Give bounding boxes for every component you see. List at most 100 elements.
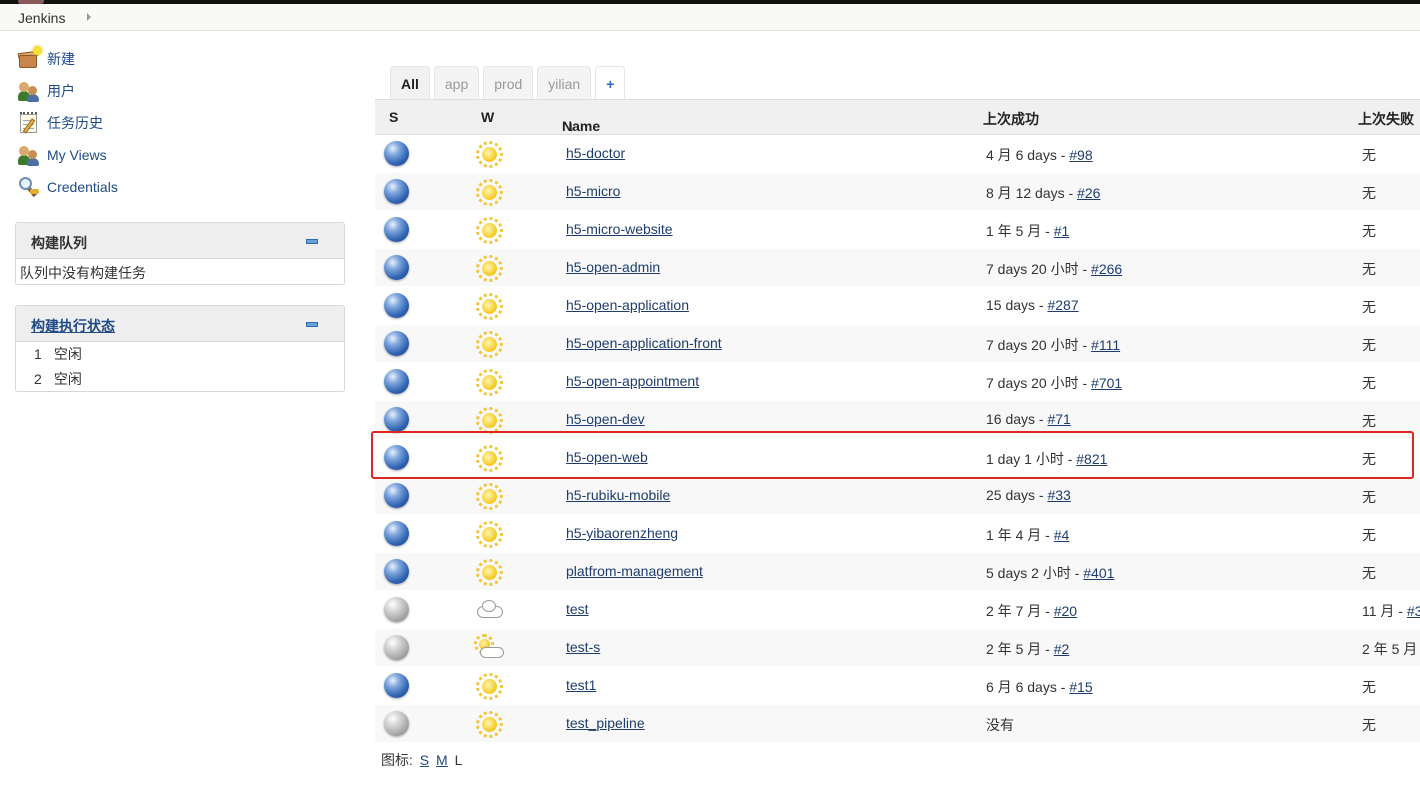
last-success-build-link[interactable]: #287 bbox=[1047, 297, 1078, 313]
job-name-cell: h5-open-application-front bbox=[566, 335, 722, 351]
job-link[interactable]: h5-yibaorenzheng bbox=[566, 525, 678, 541]
job-link[interactable]: h5-open-application bbox=[566, 297, 689, 313]
job-link[interactable]: test1 bbox=[566, 677, 596, 693]
sunny-weather-icon[interactable] bbox=[474, 482, 504, 510]
last-success-build-link[interactable]: #266 bbox=[1091, 261, 1122, 277]
last-failure-cell: 无 bbox=[1362, 411, 1376, 431]
header-status[interactable]: S bbox=[389, 109, 398, 125]
last-success-build-link[interactable]: #111 bbox=[1091, 337, 1120, 353]
tab-all[interactable]: All bbox=[390, 66, 430, 100]
header-weather[interactable]: W bbox=[481, 109, 494, 125]
header-last-failure[interactable]: 上次失败 bbox=[1358, 109, 1414, 129]
people-icon bbox=[18, 80, 40, 102]
job-link[interactable]: test bbox=[566, 601, 589, 617]
tab-yilian[interactable]: yilian bbox=[537, 66, 592, 100]
sunny-weather-icon[interactable] bbox=[474, 254, 504, 282]
executor-status-title[interactable]: 构建执行状态 bbox=[31, 316, 115, 336]
add-view-tab[interactable]: + bbox=[595, 66, 626, 100]
task-label[interactable]: 用户 bbox=[47, 81, 75, 101]
blue-status-ball-icon[interactable] bbox=[384, 255, 409, 280]
job-link[interactable]: h5-micro-website bbox=[566, 221, 673, 237]
grey-status-ball-icon[interactable] bbox=[384, 635, 409, 660]
task-credentials[interactable]: Credentials bbox=[18, 175, 118, 199]
job-link[interactable]: test_pipeline bbox=[566, 715, 645, 731]
job-link[interactable]: test-s bbox=[566, 639, 600, 655]
last-success-text: 7 days 20 小时 - bbox=[986, 375, 1092, 391]
sunny-weather-icon[interactable] bbox=[474, 140, 504, 168]
executor-status-header: 构建执行状态 bbox=[16, 306, 344, 342]
grey-status-ball-icon[interactable] bbox=[384, 597, 409, 622]
grey-status-ball-icon[interactable] bbox=[384, 711, 409, 736]
last-success-build-link[interactable]: #701 bbox=[1091, 375, 1122, 391]
job-link[interactable]: h5-micro bbox=[566, 183, 620, 199]
collapse-icon[interactable] bbox=[306, 239, 318, 244]
job-link[interactable]: h5-open-admin bbox=[566, 259, 660, 275]
last-success-build-link[interactable]: #98 bbox=[1069, 147, 1092, 163]
breadcrumb-jenkins[interactable]: Jenkins bbox=[18, 10, 65, 26]
task-label[interactable]: 新建 bbox=[47, 49, 75, 69]
task-new-item[interactable]: 新建 bbox=[17, 46, 75, 71]
table-row: h5-open-application-front 7 days 20 小时 - … bbox=[375, 325, 1420, 363]
last-success-build-link[interactable]: #4 bbox=[1054, 527, 1070, 543]
sunny-weather-icon[interactable] bbox=[474, 672, 504, 700]
task-my-views[interactable]: My Views bbox=[18, 143, 107, 167]
breadcrumb-arrow-icon[interactable] bbox=[87, 13, 91, 21]
tab-app[interactable]: app bbox=[433, 66, 480, 100]
sunny-weather-icon[interactable] bbox=[474, 368, 504, 396]
last-failure-build-link[interactable]: #3 bbox=[1407, 603, 1420, 619]
task-people[interactable]: 用户 bbox=[18, 79, 75, 103]
last-success-build-link[interactable]: #26 bbox=[1077, 185, 1100, 201]
sunny-weather-icon[interactable] bbox=[474, 292, 504, 320]
sunny-weather-icon[interactable] bbox=[474, 558, 504, 586]
sunny-weather-icon[interactable] bbox=[474, 406, 504, 434]
blue-status-ball-icon[interactable] bbox=[384, 331, 409, 356]
job-name-cell: h5-doctor bbox=[566, 145, 625, 161]
sunny-weather-icon[interactable] bbox=[474, 520, 504, 548]
job-link[interactable]: h5-open-appointment bbox=[566, 373, 699, 389]
last-success-build-link[interactable]: #71 bbox=[1047, 411, 1070, 427]
blue-status-ball-icon[interactable] bbox=[384, 407, 409, 432]
icon-size-s[interactable]: S bbox=[420, 752, 429, 768]
blue-status-ball-icon[interactable] bbox=[384, 521, 409, 546]
last-success-build-link[interactable]: #15 bbox=[1069, 679, 1092, 695]
last-success-build-link[interactable]: #2 bbox=[1054, 641, 1070, 657]
job-link[interactable]: h5-open-application-front bbox=[566, 335, 722, 351]
job-link[interactable]: h5-doctor bbox=[566, 145, 625, 161]
blue-status-ball-icon[interactable] bbox=[384, 483, 409, 508]
job-link[interactable]: h5-rubiku-mobile bbox=[566, 487, 670, 503]
blue-status-ball-icon[interactable] bbox=[384, 179, 409, 204]
sunny-weather-icon[interactable] bbox=[474, 330, 504, 358]
last-success-build-link[interactable]: #401 bbox=[1083, 565, 1114, 581]
last-failure-cell: 2 年 5 月 bbox=[1362, 639, 1417, 659]
task-label[interactable]: My Views bbox=[47, 147, 107, 163]
job-link[interactable]: h5-open-web bbox=[566, 449, 648, 465]
last-success-build-link[interactable]: #1 bbox=[1054, 223, 1070, 239]
blue-status-ball-icon[interactable] bbox=[384, 445, 409, 470]
icon-size-m[interactable]: M bbox=[436, 752, 448, 768]
sunny-weather-icon[interactable] bbox=[474, 178, 504, 206]
task-label[interactable]: 任务历史 bbox=[47, 113, 103, 133]
job-link[interactable]: h5-open-dev bbox=[566, 411, 645, 427]
partly-cloudy-weather-icon[interactable] bbox=[474, 634, 504, 662]
sunny-weather-icon[interactable] bbox=[474, 216, 504, 244]
last-success-build-link[interactable]: #20 bbox=[1054, 603, 1077, 619]
last-success-cell: 1 年 5 月 - #1 bbox=[986, 221, 1069, 241]
job-link[interactable]: platfrom-management bbox=[566, 563, 703, 579]
sunny-weather-icon[interactable] bbox=[474, 710, 504, 738]
cloudy-weather-icon[interactable] bbox=[474, 596, 504, 624]
tab-prod[interactable]: prod bbox=[483, 66, 534, 100]
collapse-icon[interactable] bbox=[306, 322, 318, 327]
blue-status-ball-icon[interactable] bbox=[384, 293, 409, 318]
sunny-weather-icon[interactable] bbox=[474, 444, 504, 472]
header-last-success[interactable]: 上次成功 bbox=[983, 109, 1039, 129]
blue-status-ball-icon[interactable] bbox=[384, 217, 409, 242]
last-success-text: 1 day 1 小时 - bbox=[986, 451, 1077, 467]
blue-status-ball-icon[interactable] bbox=[384, 559, 409, 584]
blue-status-ball-icon[interactable] bbox=[384, 141, 409, 166]
last-success-build-link[interactable]: #33 bbox=[1047, 487, 1070, 503]
blue-status-ball-icon[interactable] bbox=[384, 673, 409, 698]
last-success-build-link[interactable]: #821 bbox=[1076, 451, 1107, 467]
blue-status-ball-icon[interactable] bbox=[384, 369, 409, 394]
task-label[interactable]: Credentials bbox=[47, 179, 118, 195]
task-build-history[interactable]: 任务历史 bbox=[18, 111, 103, 135]
